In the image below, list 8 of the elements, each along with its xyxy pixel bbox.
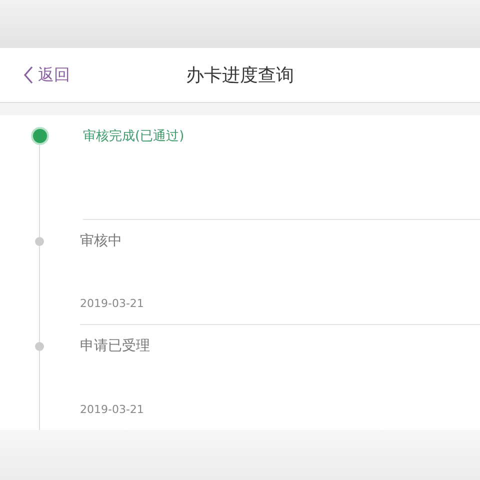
back-button[interactable]: 返回 (20, 62, 72, 88)
back-chevron-icon (22, 65, 34, 86)
page-title: 办卡进度查询 (186, 64, 294, 88)
status-text: 审核中 (80, 232, 123, 250)
date-text: 2019-03-21 (80, 297, 145, 310)
date-text: 2019-03-21 (80, 403, 145, 416)
status-text: 申请已受理 (80, 337, 151, 356)
status-text: 审核完成(已通过) (83, 128, 186, 146)
